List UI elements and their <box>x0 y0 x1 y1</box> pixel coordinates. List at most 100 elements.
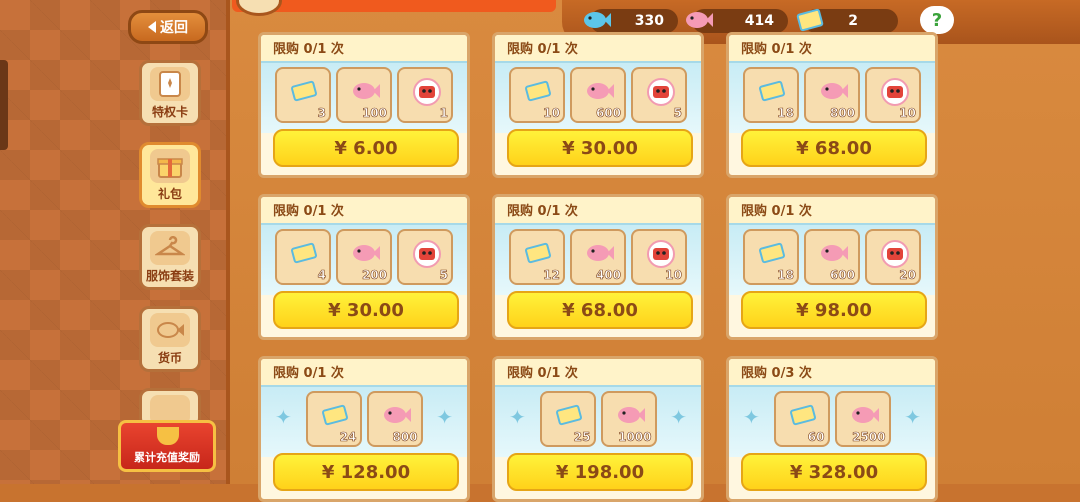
pack-card: 限购 0/1 次 10 600 5 ¥ 30.00 <box>492 32 704 178</box>
tab-outfit-set[interactable]: 服饰套装 <box>139 224 201 290</box>
item-row: 3 100 1 <box>261 67 467 123</box>
back-label: 返回 <box>160 20 188 36</box>
buy-button[interactable]: ¥ 328.00 <box>741 453 927 491</box>
item-quantity: 200 <box>361 268 388 283</box>
reward-item[interactable]: 12 <box>509 229 565 285</box>
tab-currency[interactable]: 货币 <box>139 306 201 372</box>
tab-privilege-card[interactable]: 特权卡 <box>139 60 201 126</box>
item-row: 18 600 20 <box>729 229 935 285</box>
purchase-limit: 限购 0/1 次 <box>261 359 467 385</box>
item-quantity: 2500 <box>852 430 886 445</box>
purchase-limit: 限购 0/1 次 <box>495 359 701 385</box>
item-quantity: 18 <box>777 268 794 283</box>
reward-item[interactable]: 600 <box>804 229 860 285</box>
buy-button[interactable]: ¥ 98.00 <box>741 291 927 329</box>
pack-card: 限购 0/1 次 3 100 1 ¥ 6.00 <box>258 32 470 178</box>
reward-item[interactable]: 25 <box>539 391 596 447</box>
reward-item[interactable]: 200 <box>336 229 392 285</box>
price-label: ¥ 328.00 <box>789 461 879 483</box>
buy-button[interactable]: ¥ 68.00 <box>507 291 693 329</box>
purchase-limit: 限购 0/1 次 <box>729 197 935 223</box>
hanger-icon <box>150 231 190 265</box>
price-label: ¥ 128.00 <box>321 461 411 483</box>
item-quantity: 1000 <box>618 430 652 445</box>
item-quantity: 400 <box>595 268 622 283</box>
ticket-count: 2 <box>848 13 858 29</box>
reward-item[interactable]: 18 <box>743 67 799 123</box>
price-label: ¥ 6.00 <box>334 137 398 159</box>
purchase-limit: 限购 0/1 次 <box>495 197 701 223</box>
item-quantity: 600 <box>595 106 622 121</box>
item-quantity: 5 <box>673 106 682 121</box>
pack-contents: 12 400 10 <box>495 223 701 295</box>
privilege-card-icon <box>150 67 190 101</box>
item-quantity: 5 <box>439 268 448 283</box>
blue-fish-icon <box>584 12 611 28</box>
ticket-icon <box>796 8 824 32</box>
reward-label: 累计充值奖励 <box>134 451 200 464</box>
item-quantity: 24 <box>339 430 357 445</box>
reward-item[interactable]: 1 <box>397 67 453 123</box>
help-button[interactable]: ? <box>920 6 954 34</box>
item-quantity: 600 <box>829 268 856 283</box>
tab-gift-pack[interactable]: 礼包 <box>139 142 201 208</box>
reward-item[interactable]: 10 <box>631 229 687 285</box>
item-row: 25 1000 <box>495 391 701 447</box>
tab-label: 礼包 <box>157 187 182 201</box>
item-row: 12 400 10 <box>495 229 701 285</box>
buy-button[interactable]: ¥ 198.00 <box>507 453 693 491</box>
reward-item[interactable]: 400 <box>570 229 626 285</box>
reward-item[interactable]: 60 <box>773 391 830 447</box>
reward-item[interactable]: 5 <box>397 229 453 285</box>
blue-fish-counter: 330 <box>584 9 678 33</box>
reward-item[interactable]: 18 <box>743 229 799 285</box>
reward-item[interactable]: 10 <box>865 67 921 123</box>
reward-item[interactable]: 3 <box>275 67 331 123</box>
buy-button[interactable]: ¥ 30.00 <box>273 291 459 329</box>
fish-coin-icon <box>150 313 190 347</box>
reward-item[interactable]: 800 <box>366 391 423 447</box>
item-quantity: 18 <box>777 106 794 121</box>
purchase-limit: 限购 0/1 次 <box>495 35 701 61</box>
item-row: 10 600 5 <box>495 67 701 123</box>
item-quantity: 1 <box>439 106 448 121</box>
back-button[interactable]: 返回 <box>128 10 208 44</box>
reward-item[interactable]: 4 <box>275 229 331 285</box>
pack-contents: 10 600 5 <box>495 61 701 133</box>
reward-item[interactable]: 800 <box>804 67 860 123</box>
reward-item[interactable]: 5 <box>631 67 687 123</box>
pack-card: 限购 0/1 次 18 800 10 ¥ 68.00 <box>726 32 938 178</box>
buy-button[interactable]: ¥ 30.00 <box>507 129 693 167</box>
price-label: ¥ 68.00 <box>796 137 872 159</box>
screen-edge-tab <box>0 60 8 150</box>
price-label: ¥ 30.00 <box>328 299 404 321</box>
item-quantity: 800 <box>829 106 856 121</box>
reward-item[interactable]: 600 <box>570 67 626 123</box>
ticket-counter: 2 <box>796 8 898 33</box>
price-label: ¥ 198.00 <box>555 461 645 483</box>
reward-item[interactable]: 10 <box>509 67 565 123</box>
purchase-limit: 限购 0/3 次 <box>729 359 935 385</box>
buy-button[interactable]: ¥ 128.00 <box>273 453 459 491</box>
pack-contents: ✦ ✦ 60 2500 <box>729 385 935 457</box>
reward-item[interactable]: 24 <box>305 391 362 447</box>
reward-item[interactable]: 20 <box>865 229 921 285</box>
purchase-limit: 限购 0/1 次 <box>261 35 467 61</box>
cumulative-recharge-reward-button[interactable]: 累计充值奖励 <box>118 420 216 472</box>
pink-fish-icon <box>686 12 713 28</box>
buy-button[interactable]: ¥ 6.00 <box>273 129 459 167</box>
back-arrow-icon <box>148 21 156 33</box>
item-quantity: 4 <box>317 268 326 283</box>
item-quantity: 12 <box>543 268 560 283</box>
reward-item[interactable]: 100 <box>336 67 392 123</box>
price-label: ¥ 98.00 <box>796 299 872 321</box>
purchase-limit: 限购 0/1 次 <box>261 197 467 223</box>
pack-contents: ✦ ✦ 24 800 <box>261 385 467 457</box>
reward-item[interactable]: 1000 <box>600 391 657 447</box>
buy-button[interactable]: ¥ 68.00 <box>741 129 927 167</box>
item-quantity: 60 <box>807 430 825 445</box>
reward-item[interactable]: 2500 <box>834 391 891 447</box>
item-quantity: 800 <box>392 430 418 445</box>
item-row: 60 2500 <box>729 391 935 447</box>
item-quantity: 10 <box>899 106 916 121</box>
